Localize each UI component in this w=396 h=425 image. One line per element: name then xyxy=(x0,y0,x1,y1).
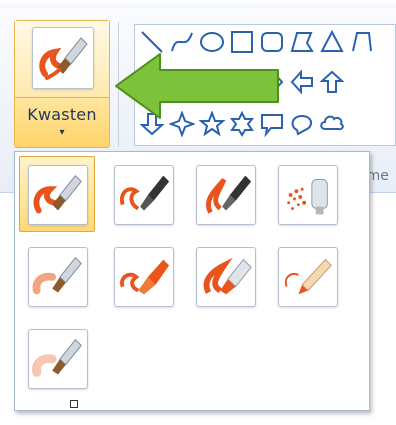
brushes-button-icon-area[interactable] xyxy=(15,21,109,98)
oil-brush-icon xyxy=(28,247,88,307)
callout-oval-icon[interactable] xyxy=(289,111,315,137)
arrow-up-icon[interactable] xyxy=(319,69,345,95)
marker-icon xyxy=(196,247,256,307)
brush-icon xyxy=(28,165,88,225)
crayon-icon xyxy=(114,247,174,307)
brush-option-crayon[interactable] xyxy=(105,238,181,314)
brush-option-airbrush[interactable] xyxy=(269,156,345,232)
green-arrow-icon xyxy=(115,53,279,119)
natural-pencil-icon xyxy=(278,247,338,307)
brush-option-oil[interactable] xyxy=(19,238,95,314)
brush-option-brush[interactable] xyxy=(19,156,95,232)
brush-option-marker[interactable] xyxy=(187,238,263,314)
brush-option-watercolor[interactable] xyxy=(19,320,95,396)
brushes-button[interactable]: Kwasten ▾ xyxy=(14,20,110,148)
canvas-resize-handle[interactable] xyxy=(70,400,78,408)
brush-icon xyxy=(32,27,94,89)
calligraphy-brush-1-icon xyxy=(114,165,174,225)
chevron-down-icon[interactable]: ▾ xyxy=(15,127,109,138)
watercolor-brush-icon xyxy=(28,329,88,389)
brush-option-calligraphy-2[interactable] xyxy=(187,156,263,232)
triangle-icon[interactable] xyxy=(319,29,345,55)
brushes-label: Kwasten xyxy=(27,105,97,124)
arrow-left-icon[interactable] xyxy=(289,69,315,95)
brush-option-natural-pencil[interactable] xyxy=(269,238,345,314)
brush-option-calligraphy-1[interactable] xyxy=(105,156,181,232)
brushes-dropdown xyxy=(14,151,370,411)
ribbon-top-edge xyxy=(0,0,396,8)
calligraphy-brush-2-icon xyxy=(196,165,256,225)
polygon-icon[interactable] xyxy=(349,29,375,55)
callout-cloud-icon[interactable] xyxy=(319,111,345,137)
polygon-icon[interactable] xyxy=(289,29,315,55)
airbrush-icon xyxy=(278,165,338,225)
